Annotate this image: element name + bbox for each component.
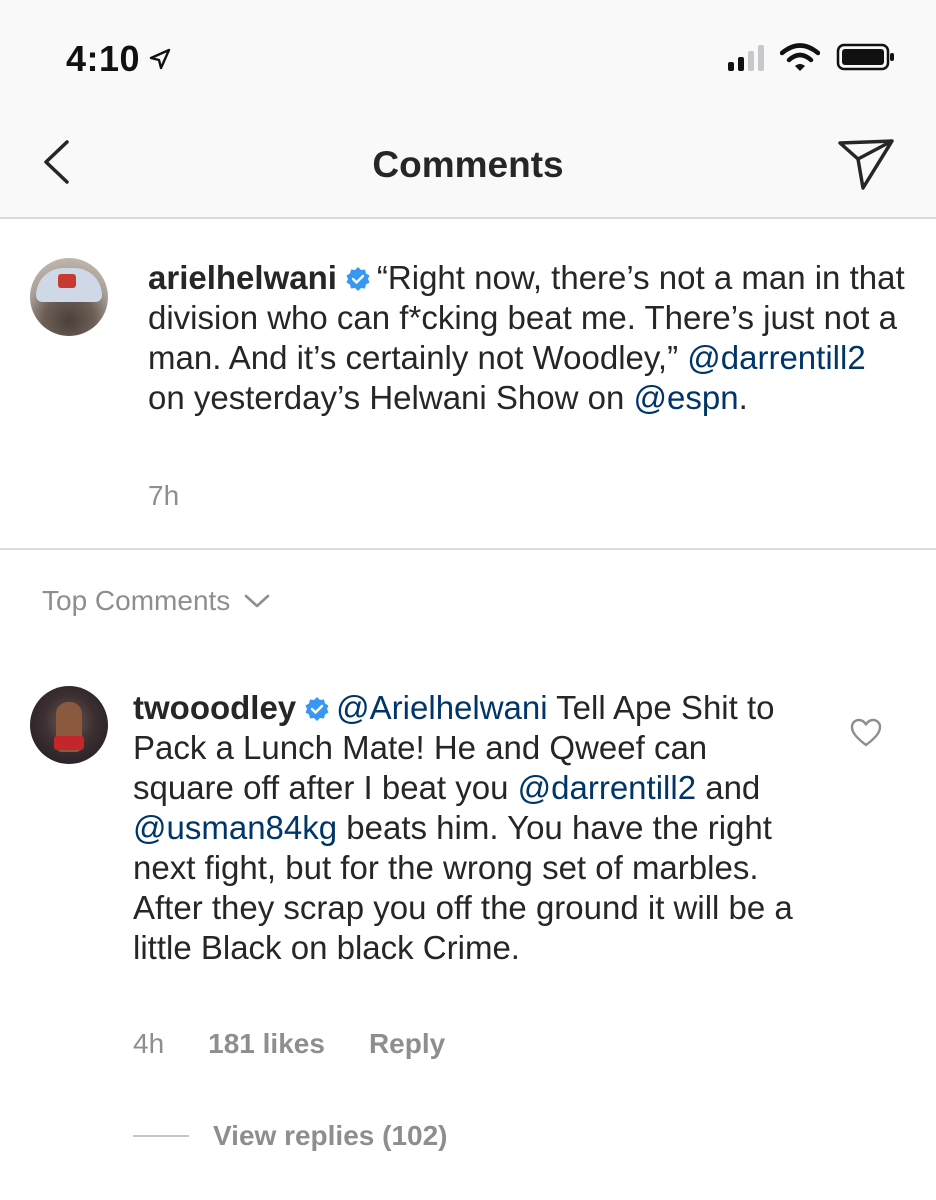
status-icons	[728, 42, 896, 72]
mention-link[interactable]: @darrentill2	[518, 769, 696, 806]
view-replies-label: View replies (102)	[213, 1120, 448, 1151]
verified-badge-icon	[346, 267, 370, 291]
view-replies-button[interactable]: View replies (102)	[133, 1120, 448, 1152]
comment-meta: 4h 181 likes Reply	[133, 1028, 445, 1060]
comment-username[interactable]: twooodley	[133, 689, 296, 726]
heart-icon	[850, 718, 882, 747]
page-title: Comments	[372, 144, 564, 185]
location-arrow-icon	[149, 48, 171, 70]
cellular-signal-icon	[728, 43, 764, 71]
comment-text: twooodley @Arielhelwani Tell Ape Shit to …	[133, 689, 793, 966]
clock: 4:10	[66, 38, 141, 79]
caption-text: arielhelwani “Right now, there’s not a ma…	[148, 259, 905, 416]
battery-icon	[836, 43, 894, 71]
share-button[interactable]	[836, 136, 896, 192]
avatar[interactable]	[30, 686, 108, 764]
top-comments-dropdown[interactable]: Top Comments	[42, 585, 270, 617]
mention-link[interactable]: @darrentill2	[687, 339, 865, 376]
likes-count[interactable]: 181 likes	[208, 1028, 325, 1060]
top-comments-label: Top Comments	[42, 585, 231, 616]
mention-link[interactable]: @Arielhelwani	[336, 689, 547, 726]
send-icon	[838, 139, 894, 190]
header: 4:10 Comments	[0, 0, 936, 219]
caption-timestamp: 7h	[148, 480, 180, 511]
status-bar-time: 4:10	[66, 38, 172, 80]
avatar[interactable]	[30, 258, 108, 336]
comment-timestamp: 4h	[133, 1028, 165, 1059]
divider	[133, 1135, 189, 1137]
verified-badge-icon	[305, 697, 329, 721]
mention-link[interactable]: @usman84kg	[133, 809, 337, 846]
caption-username[interactable]: arielhelwani	[148, 259, 337, 296]
like-button[interactable]	[850, 718, 882, 748]
reply-button[interactable]: Reply	[369, 1028, 445, 1060]
wifi-icon	[780, 43, 820, 71]
mention-link[interactable]: @espn	[634, 379, 739, 416]
chevron-down-icon	[244, 594, 270, 608]
